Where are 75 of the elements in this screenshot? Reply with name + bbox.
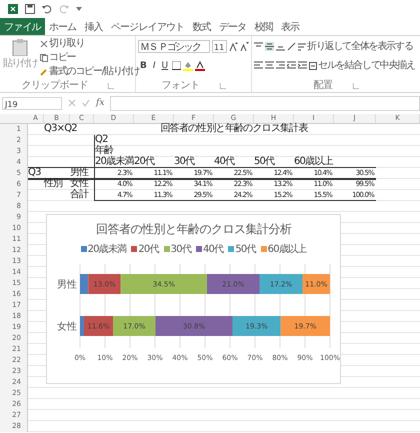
insert-function-button[interactable]: fx — [96, 98, 104, 108]
horizontal-align-icon[interactable] — [265, 61, 274, 70]
increase-indent-icon[interactable] — [298, 61, 307, 70]
clipboard-icon — [12, 38, 28, 56]
border-icon[interactable] — [172, 61, 182, 70]
table-cell-text: 年齢 — [95, 146, 114, 156]
launcher-icon[interactable] — [108, 83, 114, 89]
fill-color-icon[interactable] — [183, 60, 194, 70]
group-label: クリップボード — [21, 80, 88, 92]
legend-label: 20代 — [138, 243, 159, 256]
ribbon-tab[interactable]: ファイル — [0, 18, 45, 35]
font-style-button[interactable]: U — [160, 60, 170, 70]
bar-segment — [280, 316, 330, 336]
table-title: 回答者の性別と年齢のクロス集計表 — [160, 124, 308, 135]
legend-label: 40代 — [203, 243, 224, 256]
clipboard-command[interactable]: 書式のコピー/貼り付け — [40, 66, 140, 78]
excel-icon[interactable] — [8, 4, 18, 14]
chart-title: 回答者の性別と年齢のクロス集計分析 — [96, 221, 292, 238]
brush-icon — [40, 68, 48, 76]
group-label: フォント — [162, 80, 200, 92]
legend-label: 20歳未満 — [88, 242, 126, 256]
clipboard-command[interactable]: コピー — [40, 52, 140, 64]
column-heading: 30代 — [174, 157, 194, 167]
launcher-icon[interactable] — [220, 83, 226, 89]
font-style-button[interactable]: I — [150, 60, 158, 70]
row-group-label: 性別 — [44, 179, 62, 190]
category-label: 女性 — [57, 322, 77, 332]
copy-icon — [40, 54, 48, 62]
row-label: 男性 — [70, 168, 88, 178]
row-label: 女性 — [70, 179, 88, 189]
ribbon-tab[interactable]: ホーム — [44, 18, 80, 35]
wrap-text-button[interactable]: 折り返して全体を表示する — [298, 40, 413, 52]
ribbon-tab[interactable]: データ — [214, 18, 250, 35]
font-style-button[interactable]: B — [138, 60, 149, 70]
group-label: 配置 — [314, 80, 332, 92]
table-cell: Q3×Q2 — [44, 124, 77, 135]
font-name-field[interactable]: ＭＳ Ｐゴシック — [138, 40, 210, 53]
ribbon-tab[interactable]: 挿入 — [80, 18, 107, 35]
column-heading: 40代 — [214, 157, 234, 167]
launcher-icon[interactable] — [352, 83, 358, 89]
column-heading: 60歳以上 — [294, 157, 333, 167]
vertical-align-icon[interactable] — [265, 42, 274, 51]
paste-button[interactable]: 貼り付け — [2, 38, 38, 80]
merge-center-button[interactable]: セルを結合して中央揃え — [309, 60, 415, 72]
save-icon[interactable] — [25, 4, 35, 14]
merge-icon — [309, 62, 317, 70]
horizontal-align-icon[interactable] — [254, 61, 263, 70]
ribbon-tab[interactable]: 表示 — [276, 18, 304, 35]
font-size-field[interactable]: 11 — [212, 40, 227, 53]
ribbon-tab[interactable]: ページレイアウト — [106, 18, 188, 35]
grow-font-icon[interactable] — [229, 42, 238, 51]
orientation-icon[interactable] — [287, 42, 296, 51]
shrink-font-icon[interactable] — [240, 42, 249, 51]
undo-icon[interactable] — [42, 4, 52, 14]
column-heading: 20代 — [134, 157, 154, 167]
formula-field[interactable] — [110, 96, 420, 110]
horizontal-align-icon[interactable] — [276, 61, 285, 70]
column-heading: 50代 — [254, 157, 274, 167]
font-color-icon[interactable] — [195, 60, 206, 70]
legend-label: 50代 — [235, 243, 256, 256]
category-label: 男性 — [57, 280, 77, 290]
row-group-label: Q3 — [28, 168, 41, 178]
legend-label: 30代 — [170, 243, 191, 256]
ribbon-tab[interactable]: 数式 — [188, 18, 215, 35]
decrease-indent-icon[interactable] — [287, 61, 296, 70]
ribbon-tab[interactable]: 校閲 — [250, 18, 277, 35]
cut-icon — [40, 40, 48, 48]
wrap-text-icon — [298, 42, 306, 50]
table-cell-text: Q2 — [95, 135, 108, 145]
caret-icon[interactable] — [76, 7, 82, 11]
clipboard-command[interactable]: 切り取り — [40, 38, 140, 50]
legend-label: 60歳以上 — [268, 242, 306, 256]
name-box[interactable]: J19 — [2, 96, 62, 110]
column-heading: 20歳未満 — [95, 157, 134, 167]
row-label: 合計 — [70, 190, 88, 201]
